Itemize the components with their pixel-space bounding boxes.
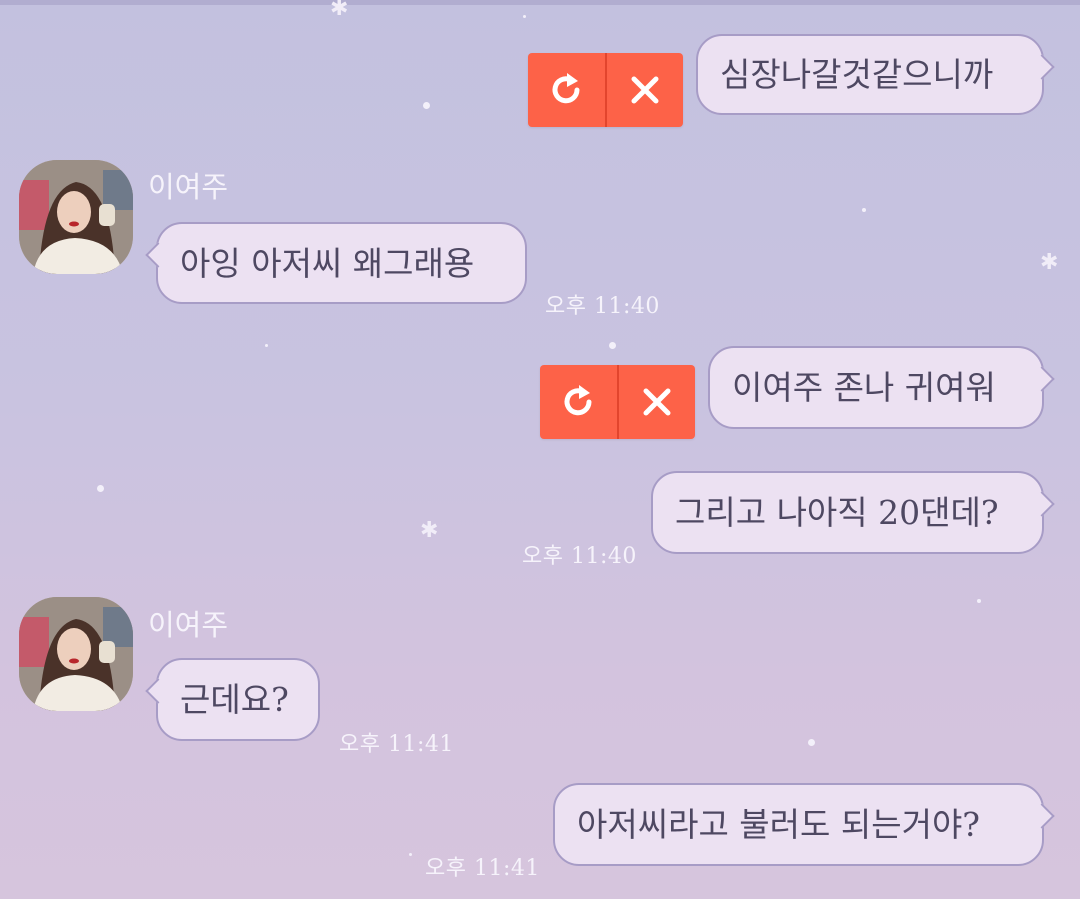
sparkle-dot xyxy=(265,344,268,347)
sparkle-dot xyxy=(97,485,104,492)
sparkle-icon: ✱ xyxy=(1040,250,1059,275)
sender-name: 이여주 xyxy=(148,170,229,204)
sparkle-dot xyxy=(977,599,981,603)
resend-icon xyxy=(564,385,592,416)
message-text: 아저씨라고 불러도 되는거야? xyxy=(577,805,980,844)
bubble-tail xyxy=(1029,366,1055,392)
close-icon xyxy=(643,388,671,416)
close-icon xyxy=(631,76,659,104)
avatar[interactable] xyxy=(19,160,133,274)
bubble-tail xyxy=(1029,54,1055,80)
sparkle-dot xyxy=(808,739,815,746)
profile-photo xyxy=(19,160,133,274)
sparkle-icon: ✱ xyxy=(420,518,439,543)
message-bubble-incoming[interactable]: 아잉 아저씨 왜그래용 xyxy=(145,222,527,304)
message-time: 오후 11:40 xyxy=(522,544,637,569)
avatar[interactable] xyxy=(19,597,133,711)
sparkle-dot xyxy=(409,853,412,856)
bubble-tail xyxy=(145,678,171,704)
sparkle-dot xyxy=(609,342,616,349)
sparkle-icon: ✱ xyxy=(330,0,349,21)
message-bubble-outgoing[interactable]: 심장나갈것같으니까 xyxy=(696,34,1055,115)
bubble-tail xyxy=(1029,491,1055,517)
failed-message-actions xyxy=(528,53,683,127)
resend-button[interactable] xyxy=(540,365,617,439)
message-bubble-outgoing[interactable]: 이여주 존나 귀여워 xyxy=(708,346,1055,429)
message-text: 심장나갈것같으니까 xyxy=(720,55,994,94)
top-edge xyxy=(0,0,1080,5)
delete-button[interactable] xyxy=(604,53,684,127)
message-time: 오후 11:40 xyxy=(545,294,660,319)
resend-icon xyxy=(552,73,580,104)
sparkle-dot xyxy=(523,15,526,18)
message-text: 아잉 아저씨 왜그래용 xyxy=(180,243,475,283)
bubble-tail xyxy=(1029,803,1055,829)
sender-name: 이여주 xyxy=(148,608,229,642)
failed-message-actions xyxy=(540,365,695,439)
message-bubble-outgoing[interactable]: 그리고 나아직 20댄데? xyxy=(651,471,1055,554)
message-time: 오후 11:41 xyxy=(339,732,454,757)
sparkle-dot xyxy=(862,208,866,212)
message-text: 이여주 존나 귀여워 xyxy=(732,368,996,407)
message-text: 근데요? xyxy=(180,680,289,719)
message-bubble-incoming[interactable]: 근데요? xyxy=(145,658,320,741)
message-bubble-outgoing[interactable]: 아저씨라고 불러도 되는거야? xyxy=(553,783,1055,866)
sparkle-dot xyxy=(423,102,430,109)
delete-button[interactable] xyxy=(616,365,696,439)
profile-photo xyxy=(19,597,133,711)
resend-button[interactable] xyxy=(528,53,605,127)
message-time: 오후 11:41 xyxy=(425,856,540,881)
bubble-tail xyxy=(145,242,171,268)
message-text: 그리고 나아직 20댄데? xyxy=(675,493,999,532)
